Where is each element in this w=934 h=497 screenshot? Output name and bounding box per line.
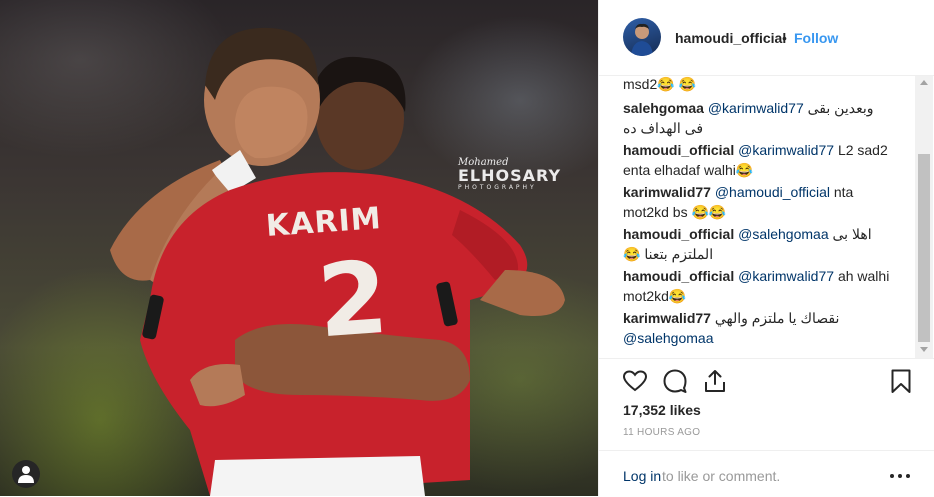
scroll-up-arrow-icon[interactable] — [920, 80, 928, 85]
comment-mention[interactable]: @karimwalid77 — [708, 100, 804, 116]
comment-username[interactable]: salehgomaa — [623, 100, 704, 116]
comment-mention[interactable]: @hamoudi_official — [715, 184, 830, 200]
comment-icon — [663, 369, 687, 393]
post-photo[interactable]: KARIM 2 Mohamed ELHOSARY PHOTOGRAPHY — [0, 0, 598, 496]
login-link[interactable]: Log in — [623, 468, 661, 484]
comment-item: hamoudi_official @karimwalid77 L2 sad2 e… — [623, 140, 913, 180]
scroll-down-arrow-icon[interactable] — [920, 347, 928, 352]
comment-text-continued: enta elhadaf walhi😂 — [623, 162, 754, 178]
comment-username[interactable]: karimwalid77 — [623, 310, 711, 326]
photographer-watermark: Mohamed ELHOSARY PHOTOGRAPHY — [458, 158, 562, 192]
share-icon — [705, 370, 725, 392]
comments-scrollbar[interactable] — [915, 76, 933, 358]
comment-item: salehgomaa @karimwalid77 وبعدين بقى فى ا… — [623, 98, 913, 138]
more-options-icon[interactable] — [889, 467, 911, 483]
comment-username[interactable]: hamoudi_official — [623, 268, 734, 284]
user-tag-icon — [18, 466, 34, 483]
comment-mention[interactable]: @salehgomaa — [738, 226, 829, 242]
scrollbar-thumb[interactable] — [918, 154, 930, 342]
post-side-panel: hamoudi_official • Follow msd2😂 😂 salehg… — [598, 0, 934, 496]
save-button[interactable] — [887, 367, 915, 395]
comment-username[interactable]: hamoudi_official — [623, 142, 734, 158]
comment-item: karimwalid77 نقصاك يا ملتزم والهي @saleh… — [623, 308, 913, 348]
comment-text-continued: mot2kd😂 — [623, 288, 687, 304]
comment-username[interactable]: karimwalid77 — [623, 184, 711, 200]
user-tag-button[interactable] — [12, 460, 40, 488]
comment-text: L2 sad2 — [837, 142, 888, 158]
like-button[interactable] — [621, 367, 649, 395]
comment-text: ah walhi — [837, 268, 890, 284]
avatar-image — [631, 23, 653, 56]
comments-list[interactable]: msd2😂 😂 salehgomaa @karimwalid77 وبعدين … — [599, 76, 915, 358]
comment-item: hamoudi_official @salehgomaa اهلا بى الم… — [623, 224, 913, 264]
comment-text: اهلا بى — [832, 226, 872, 242]
jersey-number: 2 — [313, 238, 392, 361]
comment-text: msd2😂 😂 — [623, 76, 696, 92]
watermark-sub: PHOTOGRAPHY — [458, 184, 537, 191]
comment-text: نقصاك يا ملتزم والهي — [714, 310, 840, 326]
comment-text-continued: mot2kd bs 😂😂 — [623, 204, 727, 220]
profile-avatar[interactable] — [623, 18, 661, 56]
login-prompt-text: to like or comment. — [662, 468, 781, 484]
comment-username[interactable]: hamoudi_official — [623, 226, 734, 242]
follow-button[interactable]: Follow — [794, 30, 838, 46]
header-username[interactable]: hamoudi_official — [675, 30, 786, 46]
bookmark-icon — [891, 369, 911, 393]
comment-item: msd2😂 😂 — [623, 76, 913, 94]
comment-text: nta — [833, 184, 854, 200]
comment-text-continued: الملتزم بتعنا 😂 — [623, 246, 714, 262]
action-bar — [599, 358, 934, 399]
header-separator: • — [782, 30, 787, 46]
likes-count[interactable]: 17,352 likes — [623, 402, 701, 418]
login-footer: Log in to like or comment. — [599, 450, 934, 497]
comment-item: hamoudi_official @karimwalid77 ah walhi … — [623, 266, 913, 306]
heart-icon — [622, 370, 648, 392]
comment-mention[interactable]: @karimwalid77 — [738, 142, 834, 158]
comment-text-continued: فى الهداف ده — [623, 120, 704, 136]
post-timestamp[interactable]: 11 HOURS AGO — [623, 427, 700, 438]
players-illustration — [110, 27, 565, 496]
comment-mention[interactable]: @karimwalid77 — [738, 268, 834, 284]
comment-text: وبعدين بقى — [807, 100, 874, 116]
comment-mention[interactable]: @salehgomaa — [623, 330, 714, 346]
post-header: hamoudi_official • Follow — [599, 0, 934, 76]
watermark-main: ELHOSARY — [458, 166, 562, 185]
comment-button[interactable] — [661, 367, 689, 395]
comment-item: karimwalid77 @hamoudi_official nta mot2k… — [623, 182, 913, 222]
share-button[interactable] — [701, 367, 729, 395]
